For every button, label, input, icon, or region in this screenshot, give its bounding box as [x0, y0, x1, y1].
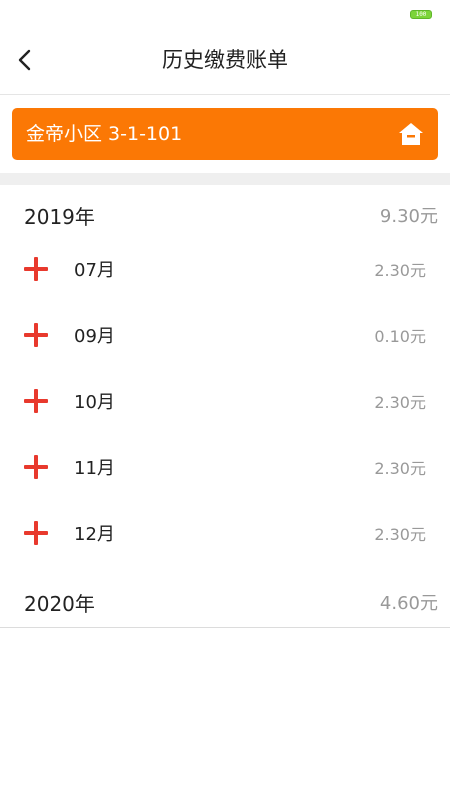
month-label: 09月: [74, 326, 115, 347]
month-row[interactable]: 09月 0.10元: [0, 307, 450, 363]
plus-icon[interactable]: [24, 520, 50, 546]
month-row[interactable]: 12月 2.30元: [0, 505, 450, 561]
year-total: 4.60元: [379, 593, 438, 614]
list-divider: [0, 627, 450, 628]
month-row[interactable]: 10月 2.30元: [0, 373, 450, 429]
plus-icon[interactable]: [24, 256, 50, 282]
community-name: 金帝小区 3-1-101: [26, 123, 183, 145]
plus-icon[interactable]: [24, 322, 50, 348]
month-label: 07月: [74, 260, 115, 281]
year-label: 2020年: [24, 591, 95, 616]
section-divider: [0, 173, 450, 185]
month-amount: 2.30元: [374, 393, 426, 412]
plus-icon[interactable]: [24, 454, 50, 480]
header: 历史缴费账单: [0, 30, 450, 95]
year-total: 9.30元: [379, 206, 438, 227]
year-row-2019[interactable]: 2019年 9.30元: [0, 187, 450, 243]
month-label: 11月: [74, 458, 115, 479]
month-amount: 2.30元: [374, 261, 426, 280]
month-label: 10月: [74, 392, 115, 413]
home-button[interactable]: [396, 119, 426, 149]
plus-icon[interactable]: [24, 388, 50, 414]
month-amount: 2.30元: [374, 525, 426, 544]
month-amount: 2.30元: [374, 459, 426, 478]
community-selector[interactable]: 金帝小区 3-1-101: [12, 108, 438, 160]
year-label: 2019年: [24, 204, 95, 229]
battery-icon: 100: [410, 10, 432, 19]
status-bar: 100: [0, 0, 450, 30]
month-row[interactable]: 07月 2.30元: [0, 241, 450, 297]
page-title: 历史缴费账单: [162, 48, 288, 72]
year-row-2020[interactable]: 2020年 4.60元: [0, 574, 450, 630]
home-icon: [399, 123, 423, 145]
month-label: 12月: [74, 524, 115, 545]
month-row[interactable]: 11月 2.30元: [0, 439, 450, 495]
month-amount: 0.10元: [374, 327, 426, 346]
